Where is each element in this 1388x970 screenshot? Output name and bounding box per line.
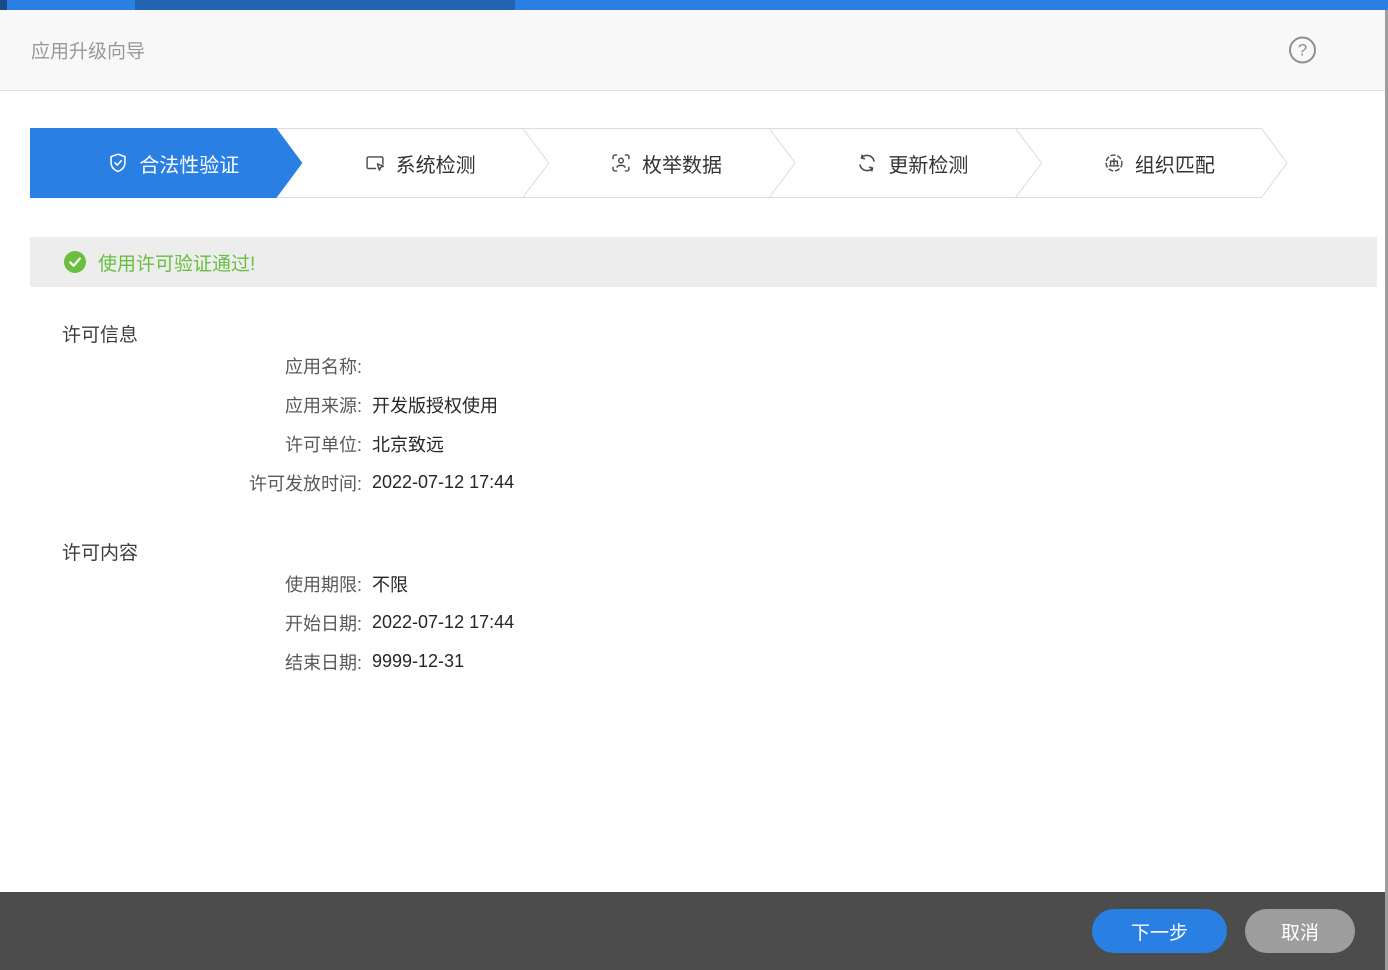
upgrade-wizard-window: 应用升级向导 ? 合法性验证 系统检测 枚举数据 更新检测 组织匹配 使用许可验… bbox=[0, 0, 1388, 970]
field-value: 开发版授权使用 bbox=[372, 395, 498, 416]
field-label: 许可单位: bbox=[284, 434, 362, 455]
field-value: 不限 bbox=[372, 574, 408, 595]
browser-strip-left-segment bbox=[0, 0, 7, 10]
step-legality-verification[interactable]: 合法性验证 bbox=[50, 128, 296, 198]
help-circle-icon[interactable]: ? bbox=[1289, 36, 1316, 64]
next-step-button[interactable]: 下一步 bbox=[1091, 909, 1227, 953]
step-label: 枚举数据 bbox=[642, 154, 723, 177]
monitor-click-icon bbox=[364, 152, 386, 174]
cancel-button[interactable]: 取消 bbox=[1244, 909, 1355, 953]
shield-check-icon bbox=[107, 152, 129, 174]
page-title: 应用升级向导 bbox=[31, 41, 146, 63]
step-system-detection[interactable]: 系统检测 bbox=[296, 128, 542, 198]
refresh-icon bbox=[856, 152, 878, 174]
check-circle-icon bbox=[64, 251, 86, 273]
field-value: 2022-07-12 17:44 bbox=[372, 472, 515, 492]
org-match-icon bbox=[1103, 152, 1125, 174]
field-label: 开始日期: bbox=[284, 613, 362, 634]
status-message-text: 使用许可验证通过! bbox=[98, 253, 256, 275]
browser-tab-strip-segment bbox=[135, 0, 515, 10]
field-value: 2022-07-12 17:44 bbox=[372, 612, 515, 632]
license-info-rows: 应用名称: 应用来源: 开发版授权使用 许可单位: 北京致远 许可发放时间: 2… bbox=[0, 346, 1000, 502]
field-label: 结束日期: bbox=[284, 652, 362, 673]
license-content-rows: 使用期限: 不限 开始日期: 2022-07-12 17:44 结束日期: 99… bbox=[0, 564, 1000, 681]
person-scan-icon bbox=[610, 152, 632, 174]
field-value: 北京致远 bbox=[372, 434, 444, 455]
field-label: 应用来源: bbox=[284, 395, 362, 416]
field-label: 许可发放时间: bbox=[248, 473, 362, 494]
row-start-date: 开始日期: 2022-07-12 17:44 bbox=[0, 603, 1000, 642]
step-update-detection[interactable]: 更新检测 bbox=[789, 128, 1035, 198]
field-label: 应用名称: bbox=[284, 356, 362, 377]
step-organization-match[interactable]: 组织匹配 bbox=[1036, 128, 1282, 198]
license-info-heading: 许可信息 bbox=[62, 325, 139, 346]
step-label: 更新检测 bbox=[888, 154, 969, 177]
step-label: 系统检测 bbox=[395, 154, 476, 177]
wizard-stepper: 合法性验证 系统检测 枚举数据 更新检测 组织匹配 bbox=[30, 128, 1288, 198]
wizard-footer: 下一步 取消 bbox=[0, 892, 1388, 970]
row-app-name: 应用名称: bbox=[0, 346, 1000, 385]
row-end-date: 结束日期: 9999-12-31 bbox=[0, 642, 1000, 681]
step-label: 合法性验证 bbox=[139, 154, 240, 177]
row-license-unit: 许可单位: 北京致远 bbox=[0, 424, 1000, 463]
wizard-header: 应用升级向导 ? bbox=[0, 10, 1388, 91]
row-usage-period: 使用期限: 不限 bbox=[0, 564, 1000, 603]
browser-top-strip bbox=[0, 0, 1388, 10]
status-message-bar: 使用许可验证通过! bbox=[30, 237, 1377, 287]
field-label: 使用期限: bbox=[284, 574, 362, 595]
step-enumerate-data[interactable]: 枚举数据 bbox=[543, 128, 789, 198]
field-value: 9999-12-31 bbox=[372, 651, 465, 671]
step-label: 组织匹配 bbox=[1134, 154, 1215, 177]
license-content-heading: 许可内容 bbox=[62, 543, 139, 564]
row-license-issue-time: 许可发放时间: 2022-07-12 17:44 bbox=[0, 463, 1000, 502]
row-app-source: 应用来源: 开发版授权使用 bbox=[0, 385, 1000, 424]
